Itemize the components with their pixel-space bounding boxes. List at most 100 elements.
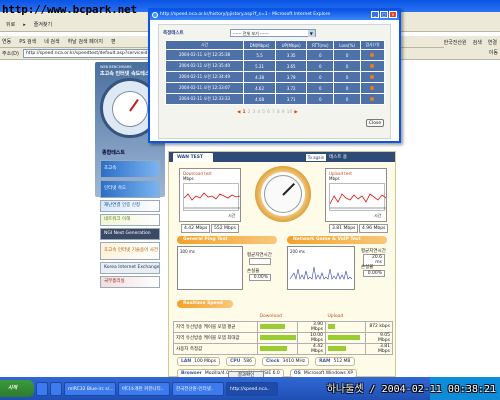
- favorites-button[interactable]: 즐겨찾기: [32, 20, 54, 29]
- page-link[interactable]: 10: [287, 110, 293, 115]
- page-link[interactable]: 2: [248, 110, 251, 115]
- sidebar-banner[interactable]: 초고속 인터넷 기술용어 사전: [100, 242, 160, 260]
- detail-dot-icon[interactable]: [370, 74, 375, 79]
- sidebar-banner[interactable]: 인터넷 속도: [100, 180, 160, 198]
- download-min: 4.42 Mbps: [181, 224, 211, 233]
- taskbar-item[interactable]: 한국전산원-인터넷..: [172, 381, 224, 396]
- row-up: 3.72: [275, 82, 308, 94]
- page-link[interactable]: 6: [267, 110, 270, 115]
- row-loss: 0: [333, 60, 361, 72]
- history-popup: http://speed.nca.or.kr/history/pjistory.…: [148, 8, 401, 143]
- start-button[interactable]: 시작: [0, 380, 34, 397]
- close-icon[interactable]: ×: [389, 11, 397, 18]
- page-link[interactable]: 3: [252, 110, 255, 115]
- link-item[interactable]: 하날 검색 페이지: [68, 38, 103, 45]
- go-button[interactable]: 이동: [489, 49, 498, 56]
- result-header-up: Upload: [327, 313, 344, 319]
- row-loss: 0: [333, 71, 361, 83]
- link-item[interactable]: 편: [111, 38, 116, 45]
- sidebar-banner[interactable]: 재난연결 인증 신청: [100, 200, 160, 212]
- next-page-icon[interactable]: ▶: [294, 110, 297, 115]
- minimize-icon[interactable]: _: [371, 11, 379, 18]
- up-bar: [328, 345, 346, 351]
- prev-page-icon[interactable]: ◀: [237, 110, 240, 115]
- watermark-text: http://www.bcpark.net: [2, 3, 137, 16]
- row-dn: 5.5: [242, 49, 277, 61]
- detail-dot-icon[interactable]: [370, 52, 375, 57]
- taskbar-item[interactable]: 바다소개된 커뮤니티..: [118, 381, 170, 396]
- col-loss: Loss(%): [333, 40, 361, 50]
- table-row[interactable]: 2004-02-11 오전 12:34:49 4.38 3.79 0 0: [165, 71, 386, 83]
- tab-wan-test[interactable]: WAN TEST: [173, 153, 213, 162]
- again-button[interactable]: To again: [306, 154, 326, 161]
- col-rtt: RTT(ms): [306, 40, 335, 50]
- ping2-loss: 0.00%: [363, 270, 385, 277]
- close-button[interactable]: Close: [366, 119, 384, 127]
- cpu-info: CPU 586: [226, 357, 256, 366]
- upload-time: 시간: [374, 213, 382, 218]
- logo-ko: 초고속 인터넷 속도테스트: [100, 71, 155, 77]
- history-table: 시간 DN(Mbps) UP(Mbps) RTT(ms) Loss(%) 검사(…: [165, 40, 386, 105]
- page-link[interactable]: 4: [257, 110, 260, 115]
- col-dn: DN(Mbps): [242, 40, 277, 50]
- sidebar-banner[interactable]: 네트워크 이해: [100, 214, 160, 226]
- down-bar: [260, 334, 296, 340]
- popup-head: 측정테스트 ------ 전체 보기 ------ ▼: [163, 29, 386, 37]
- link-item[interactable]: 연동: [2, 38, 11, 45]
- result-down: 3.90 Mbps: [297, 320, 326, 333]
- row-check[interactable]: [359, 60, 386, 72]
- page-link[interactable]: 5: [262, 110, 265, 115]
- table-row[interactable]: 2004-02-11 오전 12:33:33 4.08 3.71 0 0: [165, 93, 386, 105]
- filter-select[interactable]: ------ 전체 보기 ------ ▼: [229, 29, 316, 37]
- result-down: 4.42 Mbps: [297, 342, 326, 355]
- col-up: UP(Mbps): [275, 40, 308, 50]
- detail-dot-icon[interactable]: [370, 85, 375, 90]
- chevron-down-icon[interactable]: ▼: [307, 30, 315, 37]
- lan-info: LAN 100 Mbps: [177, 357, 221, 366]
- sidebar-banner[interactable]: 국무총리실: [100, 276, 160, 288]
- link-item[interactable]: PS 검색: [19, 38, 36, 45]
- row-check[interactable]: [359, 82, 386, 94]
- page-link[interactable]: 1: [242, 110, 245, 115]
- page-link[interactable]: 8: [277, 110, 280, 115]
- sidebar-banner[interactable]: NGI Next Generation: [100, 228, 160, 240]
- row-rtt: 0: [306, 60, 335, 72]
- table-row[interactable]: 2004-02-11 오전 12:33:07 4.62 3.72 0 0: [165, 82, 386, 94]
- upload-graph: Upload test Mbps 시간: [325, 168, 387, 222]
- general-ping-graph: 300 ms: [177, 246, 243, 290]
- row-check[interactable]: [359, 93, 386, 105]
- detail-dot-icon[interactable]: [370, 96, 375, 101]
- link-item[interactable]: 한국전산원: [444, 39, 467, 46]
- row-dn: 4.08: [242, 93, 277, 105]
- table-row[interactable]: 2004-02-11 오전 12:35:38 5.5 3.35 0 0: [165, 49, 386, 61]
- download-max: 552 Mbps: [211, 224, 239, 233]
- row-rtt: 0: [306, 93, 335, 105]
- table-row[interactable]: 2004-02-11 오전 12:35:40 5.31 3.65 0 0: [165, 60, 386, 72]
- sidebar-banner[interactable]: 초고속: [100, 160, 160, 178]
- col-check: 검사(기): [359, 40, 386, 50]
- link-item[interactable]: 네 검색: [44, 38, 59, 45]
- result-header-down: Download: [259, 313, 282, 319]
- forward-icon[interactable]: ▸: [21, 21, 28, 29]
- taskbar-item[interactable]: mIRC32 Blue-irc s/...: [64, 381, 116, 396]
- row-up: 3.79: [275, 71, 308, 83]
- detail-dot-icon[interactable]: [370, 63, 375, 68]
- row-check[interactable]: [359, 49, 386, 61]
- sidebar-banner[interactable]: Korea Internet Exchange: [100, 262, 160, 274]
- taskbar-item[interactable]: [36, 381, 48, 396]
- taskbar-item[interactable]: [50, 381, 62, 396]
- row-check[interactable]: [359, 71, 386, 83]
- result-up-bar: [325, 320, 366, 333]
- taskbar-item[interactable]: http://speed.nca..: [226, 381, 278, 396]
- history-header-row: 시간 DN(Mbps) UP(Mbps) RTT(ms) Loss(%) 검사(…: [165, 40, 386, 50]
- back-button[interactable]: 뒤로: [4, 20, 17, 29]
- result-down-bar: [257, 342, 298, 355]
- result-down: 10.00 Mbps: [297, 331, 326, 344]
- page-link[interactable]: 9: [282, 110, 285, 115]
- link-item[interactable]: 연결: [488, 39, 497, 46]
- link-item[interactable]: 검색: [473, 39, 482, 46]
- page-link[interactable]: 7: [272, 110, 275, 115]
- maximize-icon[interactable]: □: [380, 11, 388, 18]
- row-loss: 0: [333, 49, 361, 61]
- row-time: 2004-02-11 오전 12:35:40: [165, 60, 244, 72]
